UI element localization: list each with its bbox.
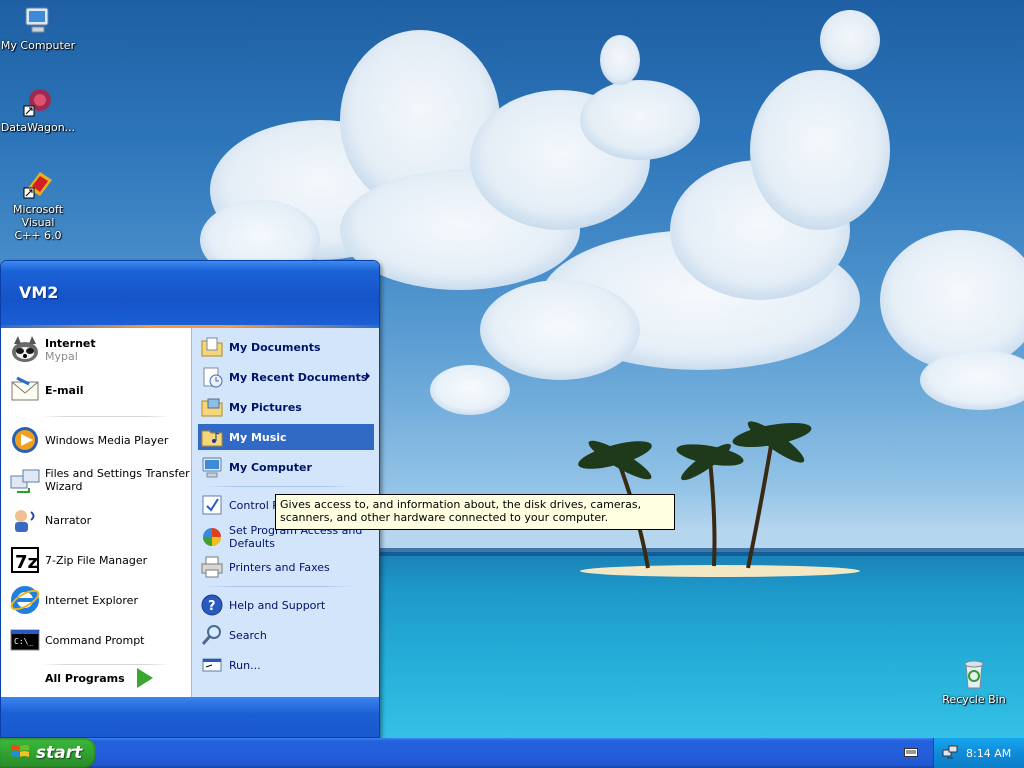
place-my-pictures[interactable]: My Pictures <box>198 394 374 420</box>
control-panel-icon <box>200 493 224 517</box>
svg-text:?: ? <box>208 599 216 614</box>
svg-text:C:\_: C:\_ <box>14 637 33 646</box>
user-name: VM2 <box>19 283 59 302</box>
setting-label: Printers and Faxes <box>229 560 330 574</box>
place-label: My Computer <box>229 460 312 474</box>
files-settings-transfer-icon <box>9 464 41 496</box>
desktop-icon-label: Microsoft Visual C++ 6.0 <box>12 203 64 242</box>
setting-printers-faxes[interactable]: Printers and Faxes <box>198 554 374 580</box>
run-icon <box>200 653 224 677</box>
start-label: start <box>36 743 83 763</box>
windows-media-player-icon <box>9 424 41 456</box>
help-label: Search <box>229 628 267 642</box>
my-pictures-icon <box>200 395 224 419</box>
my-recent-documents-icon <box>200 365 224 389</box>
desktop-icon-recycle-bin[interactable]: Recycle Bin <box>934 658 1014 706</box>
pinned-internet-sublabel: Mypal <box>45 350 78 363</box>
all-programs-button[interactable]: All Programs <box>45 668 153 688</box>
program-label: Narrator <box>45 513 92 527</box>
program-label: Internet Explorer <box>45 593 138 607</box>
my-computer-icon <box>22 4 54 36</box>
desktop-icon-label: DataWagon... <box>0 121 76 134</box>
program-label: 7-Zip File Manager <box>45 553 148 567</box>
start-menu-footer <box>1 697 379 737</box>
program-label: Files and Settings Transfer Wizard <box>45 467 190 493</box>
green-arrow-icon <box>136 668 153 688</box>
help-label: Run... <box>229 658 261 672</box>
mypal-browser-icon <box>9 334 41 366</box>
set-program-access-icon <box>200 525 224 549</box>
desktop-icon-label: My Computer <box>0 39 76 52</box>
datawagon-shortcut-icon <box>22 86 54 118</box>
search[interactable]: Search <box>198 622 374 648</box>
pinned-internet[interactable]: Internet Mypal <box>9 334 96 366</box>
start-menu-header: VM2 <box>1 261 379 325</box>
program-files-settings-transfer[interactable]: Files and Settings Transfer Wizard <box>9 464 190 496</box>
network-icon[interactable] <box>942 744 958 763</box>
my-music-icon <box>200 425 224 449</box>
desktop-icon-datawagon[interactable]: DataWagon... <box>0 86 78 134</box>
system-tray: 8:14 AM <box>933 738 1024 768</box>
pinned-email-label: E-mail <box>45 383 84 397</box>
place-my-recent-documents[interactable]: My Recent Documents <box>198 364 374 390</box>
program-7zip[interactable]: 7z 7-Zip File Manager <box>9 544 147 576</box>
windows-logo-icon <box>10 743 30 764</box>
place-label: My Pictures <box>229 400 302 414</box>
place-my-music[interactable]: My Music <box>198 424 374 450</box>
start-menu-left-column: Internet Mypal E-mail Windows Media Play… <box>1 328 191 697</box>
pinned-email[interactable]: E-mail <box>9 374 84 406</box>
program-label: Windows Media Player <box>45 433 169 447</box>
help-label: Help and Support <box>229 598 326 612</box>
place-my-documents[interactable]: My Documents <box>198 334 374 360</box>
search-icon <box>200 623 224 647</box>
all-programs-label: All Programs <box>45 671 125 685</box>
recycle-bin-icon <box>958 658 990 690</box>
seven-zip-icon: 7z <box>9 544 41 576</box>
help-and-support[interactable]: ? Help and Support <box>198 592 374 618</box>
separator <box>41 664 171 665</box>
narrator-icon <box>9 504 41 536</box>
pinned-internet-label: Internet <box>45 337 96 350</box>
start-button[interactable]: start <box>0 738 96 768</box>
program-windows-media-player[interactable]: Windows Media Player <box>9 424 168 456</box>
program-internet-explorer[interactable]: Internet Explorer <box>9 584 138 616</box>
desktop-icon-label: Recycle Bin <box>942 693 1006 706</box>
place-my-computer[interactable]: My Computer <box>198 454 374 480</box>
my-computer-icon <box>200 455 224 479</box>
program-narrator[interactable]: Narrator <box>9 504 91 536</box>
taskbar: start 8:14 AM <box>0 738 1024 768</box>
submenu-arrow-icon <box>366 372 370 380</box>
place-label: My Recent Documents <box>229 370 368 384</box>
help-icon: ? <box>200 593 224 617</box>
clock[interactable]: 8:14 AM <box>966 747 1011 760</box>
program-label: Command Prompt <box>45 633 145 647</box>
email-icon <box>9 374 41 406</box>
separator <box>204 586 354 587</box>
desktop-icon-visual-cpp[interactable]: Microsoft Visual C++ 6.0 <box>0 168 78 242</box>
island <box>580 565 860 577</box>
separator <box>204 486 354 487</box>
command-prompt-icon: C:\_ <box>9 624 41 656</box>
printers-faxes-icon <box>200 555 224 579</box>
keyboard-icon[interactable] <box>904 746 918 758</box>
place-label: My Documents <box>229 340 321 354</box>
run[interactable]: Run... <box>198 652 374 678</box>
tooltip: Gives access to, and information about, … <box>275 494 675 530</box>
my-documents-icon <box>200 335 224 359</box>
internet-explorer-icon <box>9 584 41 616</box>
svg-text:7z: 7z <box>15 552 38 573</box>
program-command-prompt[interactable]: C:\_ Command Prompt <box>9 624 145 656</box>
separator <box>41 416 171 417</box>
desktop-icon-my-computer[interactable]: My Computer <box>0 4 78 52</box>
visual-cpp-shortcut-icon <box>22 168 54 200</box>
place-label: My Music <box>229 430 287 444</box>
